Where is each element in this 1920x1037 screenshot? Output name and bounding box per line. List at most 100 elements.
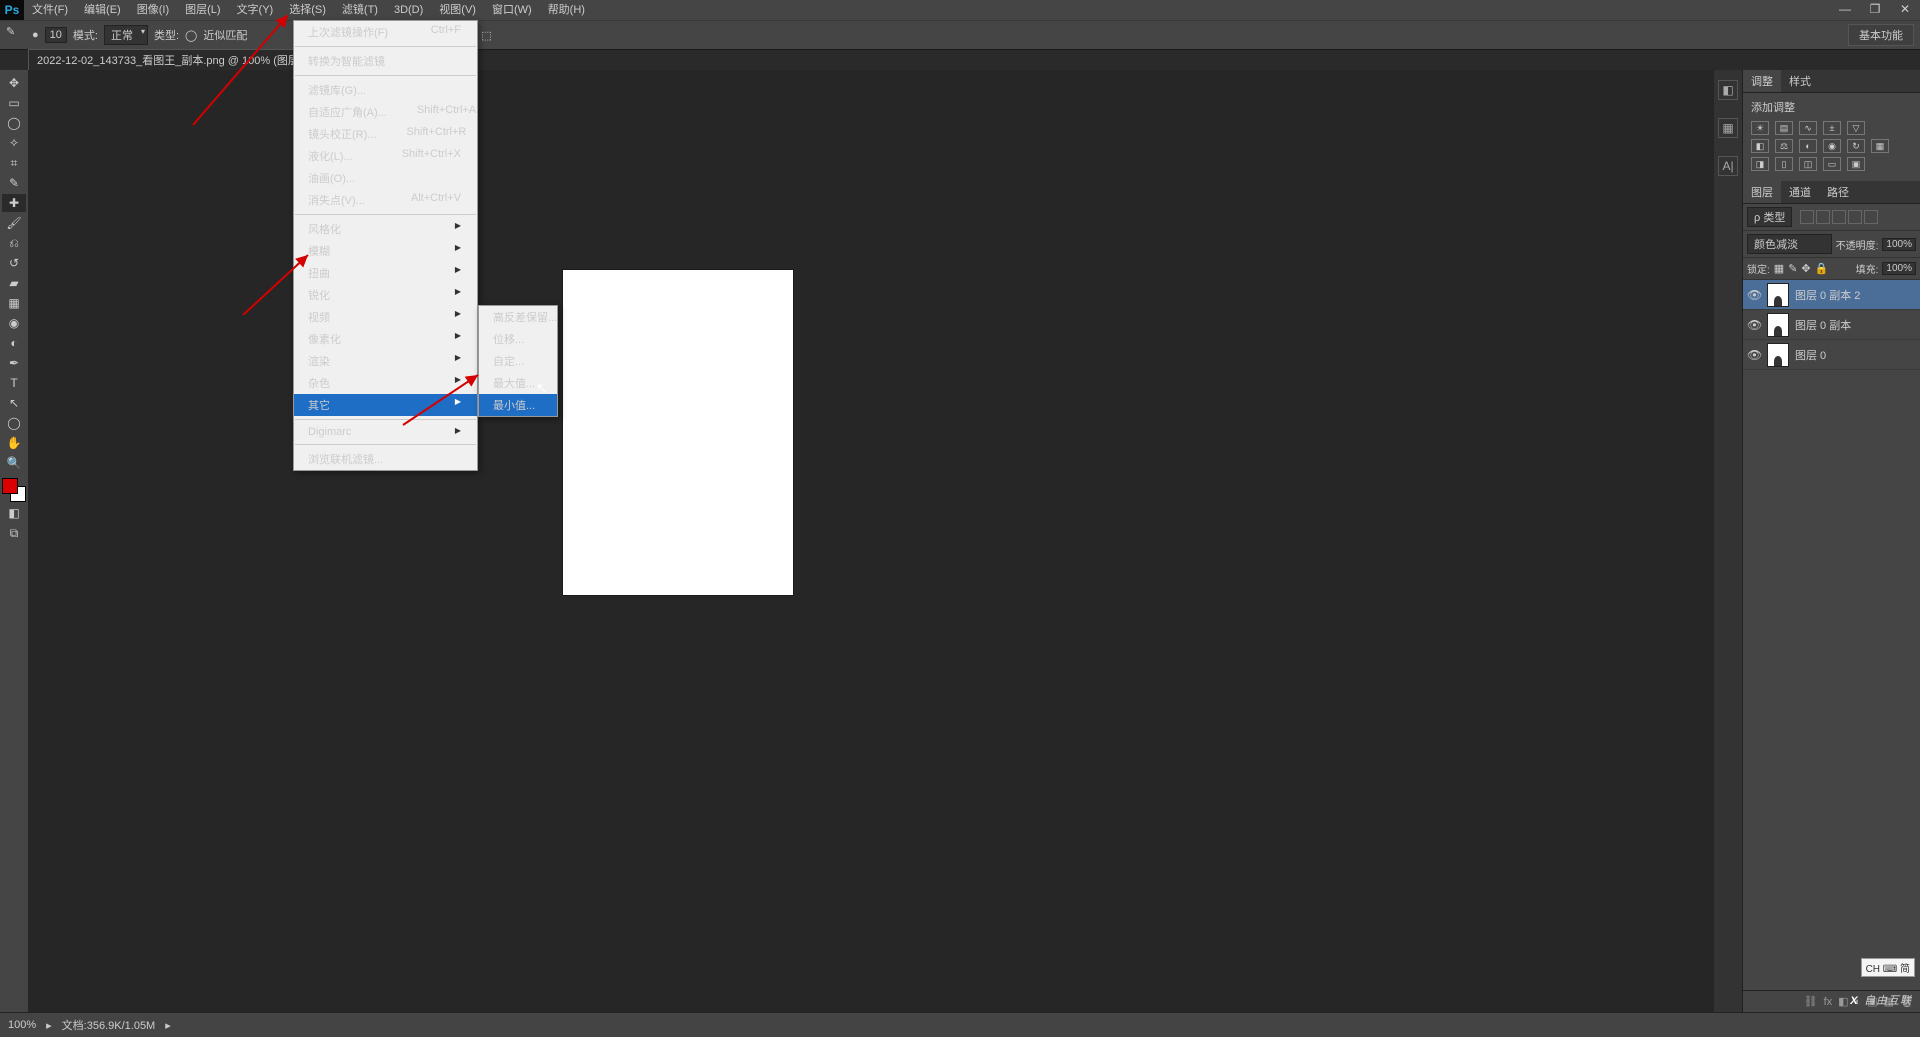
menu-noise[interactable]: 杂色 [294, 372, 477, 394]
levels-icon[interactable]: ▤ [1775, 121, 1793, 135]
menu-last-filter[interactable]: 上次滤镜操作(F)Ctrl+F [294, 21, 477, 43]
doc-size[interactable]: 文档:356.9K/1.05M [62, 1017, 156, 1033]
menu-blur[interactable]: 模糊 [294, 240, 477, 262]
photo-filter-icon[interactable]: ◉ [1823, 139, 1841, 153]
menu-help[interactable]: 帮助(H) [540, 0, 593, 20]
layer-item[interactable]: 👁 图层 0 [1743, 340, 1920, 370]
eyedropper-tool-icon[interactable]: ✎ [2, 174, 26, 192]
balance-icon[interactable]: ⚖ [1775, 139, 1793, 153]
brush-size-value[interactable]: 10 [45, 27, 67, 43]
type-tool-icon[interactable]: T [2, 374, 26, 392]
menu-other[interactable]: 其它 [294, 394, 477, 416]
radio-icon[interactable]: ◯ [185, 29, 197, 42]
zoom-arrow-icon[interactable]: ▸ [46, 1019, 52, 1032]
menu-liquify[interactable]: 液化(L)...Shift+Ctrl+X [294, 145, 477, 167]
visibility-icon[interactable]: 👁 [1747, 348, 1761, 362]
layer-name[interactable]: 图层 0 副本 2 [1795, 287, 1860, 303]
link-layers-icon[interactable]: ⛓ [1804, 995, 1818, 1008]
exposure-icon[interactable]: ± [1823, 121, 1841, 135]
layer-thumb[interactable] [1767, 283, 1789, 307]
menu-image[interactable]: 图像(I) [129, 0, 177, 20]
menu-offset[interactable]: 位移... [479, 328, 557, 350]
lasso-tool-icon[interactable]: ◯ [2, 114, 26, 132]
menu-minimum[interactable]: 最小值... [479, 394, 557, 416]
hue-icon[interactable]: ◧ [1751, 139, 1769, 153]
zoom-level[interactable]: 100% [8, 1019, 36, 1031]
minimize-button[interactable]: — [1830, 0, 1860, 20]
move-tool-icon[interactable]: ✥ [2, 74, 26, 92]
menu-window[interactable]: 窗口(W) [484, 0, 540, 20]
adjustments-tab[interactable]: 调整 [1743, 70, 1781, 92]
eraser-tool-icon[interactable]: ▰ [2, 274, 26, 292]
menu-lens-correct[interactable]: 镜头校正(R)...Shift+Ctrl+R [294, 123, 477, 145]
visibility-icon[interactable]: 👁 [1747, 288, 1761, 302]
close-button[interactable]: ✕ [1890, 0, 1920, 20]
layer-thumb[interactable] [1767, 343, 1789, 367]
menu-adaptive-wide[interactable]: 自适应广角(A)...Shift+Ctrl+A [294, 101, 477, 123]
posterize-icon[interactable]: ▯ [1775, 157, 1793, 171]
doc-arrow-icon[interactable]: ▸ [165, 1019, 171, 1032]
gradient-tool-icon[interactable]: ▦ [2, 294, 26, 312]
color-swatches[interactable] [2, 478, 26, 502]
menu-3d[interactable]: 3D(D) [386, 0, 431, 20]
brush-tool-icon[interactable]: ✎ [6, 25, 26, 45]
character-panel-icon[interactable]: A| [1718, 156, 1738, 176]
ime-indicator[interactable]: CH ⌨ 简 [1861, 958, 1915, 977]
lock-all-icon[interactable]: 🔒 [1815, 262, 1829, 275]
color-panel-icon[interactable]: ◧ [1718, 80, 1738, 100]
healing-tool-icon[interactable]: ✚ [2, 194, 26, 212]
brush-tool-icon2[interactable]: 🖌 [2, 214, 26, 232]
brush-size-icon[interactable]: ● [32, 29, 39, 41]
menu-edit[interactable]: 编辑(E) [76, 0, 129, 20]
menu-sharpen[interactable]: 锐化 [294, 284, 477, 306]
swatches-panel-icon[interactable]: ▦ [1718, 118, 1738, 138]
approx-match-label[interactable]: 近似匹配 [203, 27, 247, 43]
layers-tab[interactable]: 图层 [1743, 181, 1781, 203]
document-canvas[interactable] [563, 270, 793, 595]
lock-trans-icon[interactable]: ▦ [1774, 262, 1784, 275]
visibility-icon[interactable]: 👁 [1747, 318, 1761, 332]
zoom-tool-icon[interactable]: 🔍 [2, 454, 26, 472]
fill-value[interactable]: 100% [1882, 262, 1916, 275]
menu-filter-gallery[interactable]: 滤镜库(G)... [294, 79, 477, 101]
menu-filter[interactable]: 滤镜(T) [334, 0, 386, 20]
screenmode-icon[interactable]: ⧉ [2, 524, 26, 542]
bw-icon[interactable]: ◐ [1799, 139, 1817, 153]
brightness-icon[interactable]: ☀ [1751, 121, 1769, 135]
menu-convert-smart[interactable]: 转换为智能滤镜 [294, 50, 477, 72]
layer-fx-icon[interactable]: fx [1824, 996, 1833, 1008]
lookup-icon[interactable]: ▦ [1871, 139, 1889, 153]
layer-thumb[interactable] [1767, 313, 1789, 337]
opacity-value[interactable]: 100% [1882, 238, 1916, 251]
vibrance-icon[interactable]: ▽ [1847, 121, 1865, 135]
layer-item[interactable]: 👁 图层 0 副本 2 [1743, 280, 1920, 310]
mode-select[interactable]: 正常 [104, 25, 148, 45]
menu-browse-online[interactable]: 浏览联机滤镜... [294, 448, 477, 470]
styles-tab[interactable]: 样式 [1781, 70, 1819, 92]
canvas-area[interactable]: 上次滤镜操作(F)Ctrl+F 转换为智能滤镜 滤镜库(G)... 自适应广角(… [28, 70, 1714, 1012]
menu-highpass[interactable]: 高反差保留... [479, 306, 557, 328]
crop-tool-icon[interactable]: ⌗ [2, 154, 26, 172]
menu-select[interactable]: 选择(S) [281, 0, 334, 20]
menu-pixelate[interactable]: 像素化 [294, 328, 477, 350]
layer-kind-select[interactable]: ρ 类型 [1747, 207, 1792, 227]
quickmask-icon[interactable]: ◧ [2, 504, 26, 522]
maximize-button[interactable]: ❐ [1860, 0, 1890, 20]
brush-panel-icon[interactable]: ⬚ [481, 29, 491, 42]
filter-pixel-icon[interactable] [1800, 210, 1814, 224]
shape-tool-icon[interactable]: ◯ [2, 414, 26, 432]
stamp-tool-icon[interactable]: ⎌ [2, 234, 26, 252]
layer-item[interactable]: 👁 图层 0 副本 [1743, 310, 1920, 340]
threshold-icon[interactable]: ◫ [1799, 157, 1817, 171]
menu-render[interactable]: 渲染 [294, 350, 477, 372]
paths-tab[interactable]: 路径 [1819, 181, 1857, 203]
pen-tool-icon[interactable]: ✒ [2, 354, 26, 372]
invert-icon[interactable]: ◨ [1751, 157, 1769, 171]
blur-tool-icon[interactable]: ◉ [2, 314, 26, 332]
menu-digimarc[interactable]: Digimarc [294, 423, 477, 441]
foreground-color[interactable] [2, 478, 18, 494]
filter-adjust-icon[interactable] [1816, 210, 1830, 224]
curves-icon[interactable]: ∿ [1799, 121, 1817, 135]
layer-name[interactable]: 图层 0 [1795, 347, 1826, 363]
menu-layer[interactable]: 图层(L) [177, 0, 228, 20]
